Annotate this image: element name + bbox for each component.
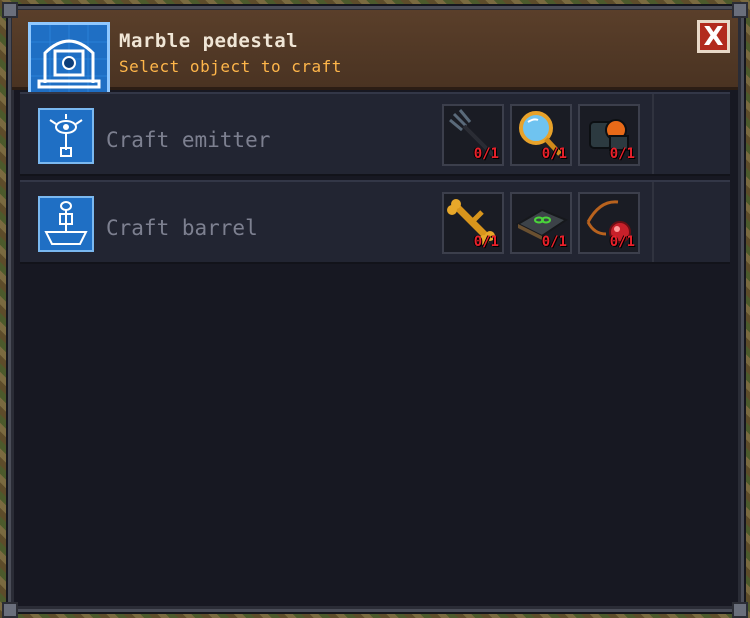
ingredient-slot[interactable]: 0/1 bbox=[510, 104, 572, 166]
window-corner bbox=[732, 602, 748, 618]
recipe-label: Craft barrel bbox=[106, 216, 258, 240]
window-subtitle: Select object to craft bbox=[119, 57, 342, 76]
ingredient-slot[interactable]: 0/1 bbox=[510, 192, 572, 254]
ingredient-count: 0/1 bbox=[609, 234, 635, 250]
recipe-label: Craft emitter bbox=[106, 128, 271, 152]
close-button[interactable]: X bbox=[697, 20, 730, 53]
blueprint-barrel-icon bbox=[38, 196, 94, 252]
ingredient-slot[interactable]: 0/1 bbox=[578, 192, 640, 254]
window-header: Marble pedestal Select object to craft X bbox=[12, 10, 738, 96]
blueprint-emitter-icon bbox=[38, 108, 94, 164]
window-corner bbox=[2, 602, 18, 618]
row-divider bbox=[652, 182, 654, 262]
window-corner bbox=[732, 2, 748, 18]
ingredient-count: 0/1 bbox=[609, 146, 635, 162]
ingredient-count: 0/1 bbox=[541, 146, 567, 162]
ingredient-slot[interactable]: 0/1 bbox=[578, 104, 640, 166]
blueprint-pedestal-icon bbox=[28, 22, 110, 96]
ingredient-count: 0/1 bbox=[473, 234, 499, 250]
row-divider bbox=[652, 94, 654, 174]
ingredient-slot[interactable]: 0/1 bbox=[442, 104, 504, 166]
ingredient-count: 0/1 bbox=[473, 146, 499, 162]
window-title: Marble pedestal bbox=[119, 30, 299, 52]
close-icon: X bbox=[703, 21, 724, 52]
window-corner bbox=[2, 2, 18, 18]
recipe-row-emitter[interactable]: Craft emitter 0/1 0/1 0/1 bbox=[20, 92, 730, 176]
ingredient-slot[interactable]: 0/1 bbox=[442, 192, 504, 254]
ingredient-count: 0/1 bbox=[541, 234, 567, 250]
recipe-row-barrel[interactable]: Craft barrel 0/1 0/1 0/1 bbox=[20, 180, 730, 264]
